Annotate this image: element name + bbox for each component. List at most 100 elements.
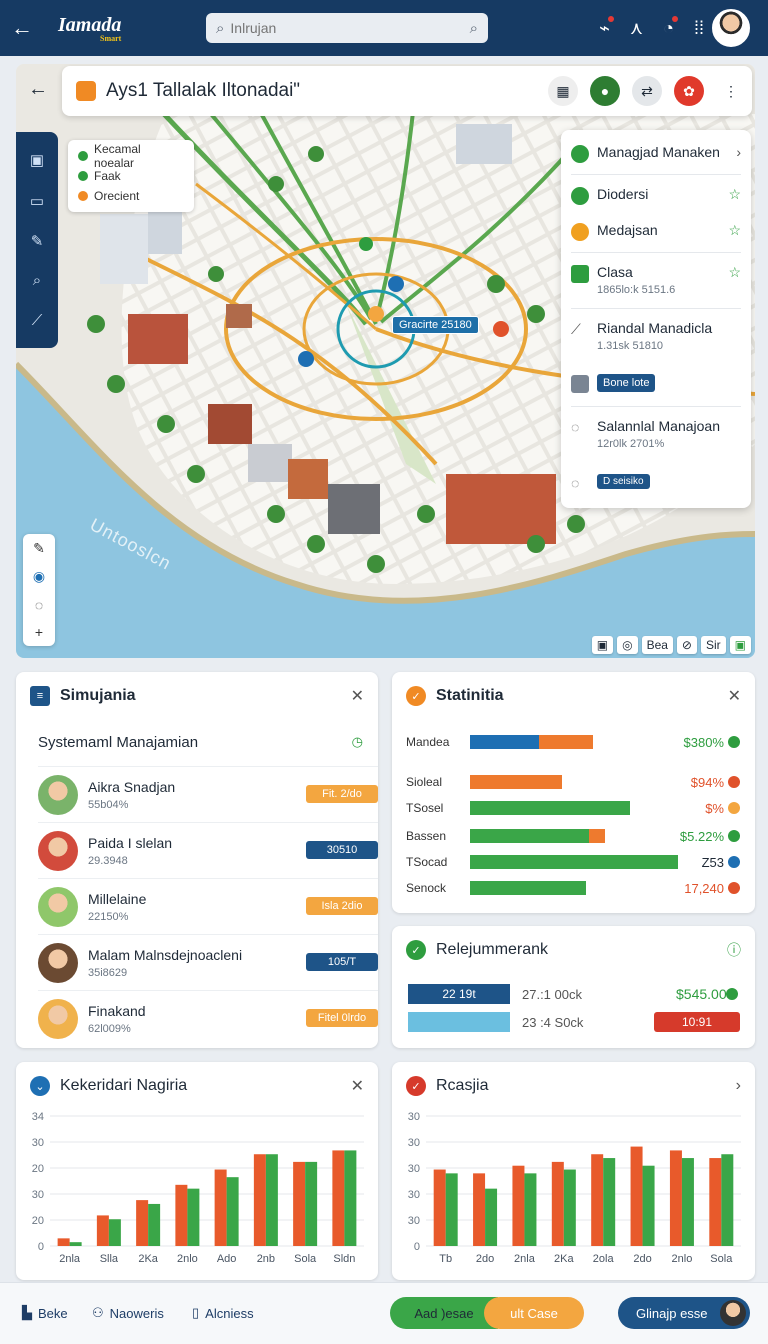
layer-icon [571, 223, 589, 241]
edit-case-button[interactable]: ult Case [484, 1297, 584, 1329]
stat-value: $5.22% [679, 828, 724, 844]
map-footer-icon[interactable]: ◎ [617, 636, 638, 654]
stat-bar-segment [470, 775, 562, 789]
close-icon[interactable]: ✕ [351, 1076, 364, 1096]
layer-item[interactable]: ◌ Salannlal Manajoan 12r0lk 2701% [561, 418, 751, 450]
star-icon[interactable]: ☆ [728, 264, 741, 281]
person-badge[interactable]: Isla 2dio [306, 897, 378, 915]
simulation-card: ≡ Simujania ✕ Systemaml Manajamian ◷ Aik… [16, 672, 378, 1048]
layer-item[interactable]: Clasa 1865lo:k 5151.6 ☆ [561, 264, 751, 296]
chevron-right-icon[interactable]: › [736, 1077, 741, 1095]
swap-icon[interactable]: ⇄ [632, 76, 662, 106]
map-footer-label[interactable]: Sir [700, 636, 726, 654]
draw-icon[interactable]: ✎ [33, 540, 45, 557]
close-icon[interactable]: ✕ [351, 686, 364, 706]
stat-value: Z53 [701, 854, 724, 870]
person-badge[interactable]: 30510 [306, 841, 378, 859]
stat-row[interactable]: TSosel $% [406, 800, 740, 816]
nav-item-network[interactable]: ⚇ Naoweris [92, 1305, 164, 1321]
layer-item[interactable]: Medajsan ☆ [561, 222, 751, 241]
add-case-button[interactable]: Aad )esae [390, 1297, 498, 1329]
layer-item[interactable]: Diodersi ☆ [561, 186, 751, 205]
bar [721, 1154, 734, 1246]
layers-tool-icon[interactable]: ▭ [30, 192, 44, 210]
layer-chip[interactable]: Bone lote [597, 374, 656, 392]
layer-item[interactable]: ⟋ Riandal Manadicla 1.31sk 51810 [561, 320, 751, 352]
search-submit-icon[interactable]: ⌕ [470, 20, 478, 37]
zoom-in-icon[interactable]: + [35, 624, 43, 640]
stat-value: $% [705, 800, 724, 816]
nav-item-analysis[interactable]: ▯ Alcniess [192, 1305, 254, 1321]
pen-tool-icon[interactable]: ✎ [31, 232, 44, 250]
layer-item[interactable]: Managjad Manaken › [561, 144, 751, 163]
person-row[interactable]: Aikra Snadjan 55b04% Fit. 2/do [38, 766, 378, 822]
stat-row[interactable]: Senock 17,240 [406, 880, 740, 896]
avatar [38, 774, 78, 815]
nav-item-home[interactable]: ▙ Beke [22, 1305, 68, 1321]
map-footer-label[interactable]: Bea [641, 636, 673, 654]
stat-bar-segment [470, 801, 631, 815]
collaborator-avatar[interactable]: ● [590, 76, 620, 106]
notification-icon[interactable]: ⌁ [599, 15, 614, 39]
y-tick-label: 30 [32, 1137, 44, 1149]
bar [551, 1161, 564, 1246]
settings-icon[interactable]: ✿ [674, 76, 704, 106]
user-icon: ⚇ [92, 1305, 104, 1320]
layer-icon [571, 187, 589, 205]
section-title: Systemaml Manajamian ◷ [38, 734, 363, 751]
person-badge[interactable]: Fit. 2/do [306, 785, 378, 803]
person-badge[interactable]: 105/T [306, 953, 378, 971]
stat-label: Mandea [406, 735, 450, 749]
person-badge[interactable]: Fitel 0lrdo [306, 1009, 378, 1027]
search-tool-icon[interactable]: ⌕ [33, 272, 41, 289]
share-icon[interactable]: ⋏ [630, 18, 643, 39]
alert-icon[interactable]: ◔ [663, 15, 678, 39]
apps-grid-icon[interactable]: ⁞⁞ [694, 18, 704, 39]
stat-row[interactable]: Bassen $5.22% [406, 828, 740, 844]
info-icon[interactable]: ⓘ [727, 940, 741, 960]
stat-row[interactable]: TSocad Z53 [406, 854, 740, 870]
chevron-right-icon[interactable]: › [736, 144, 741, 160]
person-row[interactable]: Malam Malnsdejnoacleni 35i8629 105/T [38, 934, 378, 990]
more-icon[interactable]: ⋮ [716, 76, 746, 106]
user-avatar[interactable] [712, 9, 750, 47]
person-row[interactable]: Finakand 62l009% Fitel 0lrdo [38, 990, 378, 1046]
compass-icon[interactable]: ◌ [35, 597, 43, 613]
search-bar[interactable]: ⌕ ⌕ [206, 13, 488, 43]
person-row[interactable]: Millelaine 22150% Isla 2dio [38, 878, 378, 934]
person-row[interactable]: Paida I slelan 29.3948 30510 [38, 822, 378, 878]
y-tick-label: 30 [408, 1111, 420, 1123]
stat-row[interactable]: Mandea $380% [406, 734, 740, 750]
avatar [38, 942, 78, 983]
refresh-icon[interactable]: ◷ [352, 734, 363, 751]
bar [563, 1169, 576, 1246]
map-footer-icon[interactable]: ⊘ [676, 636, 697, 654]
y-tick-label: 34 [32, 1111, 44, 1123]
map-view[interactable]: Ays1 Tallalak Iltonadai" ▦ ● ⇄ ✿ ⋮ ← ▣ ▭… [16, 64, 755, 658]
bar [591, 1154, 604, 1246]
calendar-icon[interactable]: ▦ [548, 76, 578, 106]
close-icon[interactable]: ✕ [728, 686, 741, 706]
layer-chip[interactable]: D seisiko [597, 474, 650, 489]
x-tick-label: Sola [710, 1253, 733, 1265]
stat-dot [728, 776, 740, 788]
map-footer-icon[interactable]: ▣ [591, 636, 614, 654]
search-input[interactable] [230, 20, 470, 36]
x-tick-label: 2ola [593, 1253, 615, 1265]
map-footer-icon[interactable]: ▣ [729, 636, 751, 654]
measure-tool-icon[interactable]: ⟋ [32, 312, 43, 329]
image-tool-icon[interactable]: ▣ [30, 151, 44, 169]
manage-button[interactable]: Glinajp esse [618, 1297, 750, 1329]
back-arrow-icon[interactable]: ← [0, 0, 44, 56]
check-icon: ✓ [406, 686, 426, 706]
card-title: Simujania [60, 687, 136, 704]
stat-row[interactable]: Sioleal $94% [406, 774, 740, 790]
locate-icon[interactable]: ◉ [33, 568, 45, 585]
star-icon[interactable]: ☆ [728, 222, 741, 239]
status-badge[interactable]: 10:91 [654, 1012, 740, 1032]
poi-label[interactable]: Gracirte 25180 [392, 316, 479, 334]
app-logo[interactable]: Iamada Smart [50, 14, 121, 43]
map-back-icon[interactable]: ← [16, 64, 60, 114]
star-icon[interactable]: ☆ [728, 186, 741, 203]
bar [136, 1200, 149, 1246]
